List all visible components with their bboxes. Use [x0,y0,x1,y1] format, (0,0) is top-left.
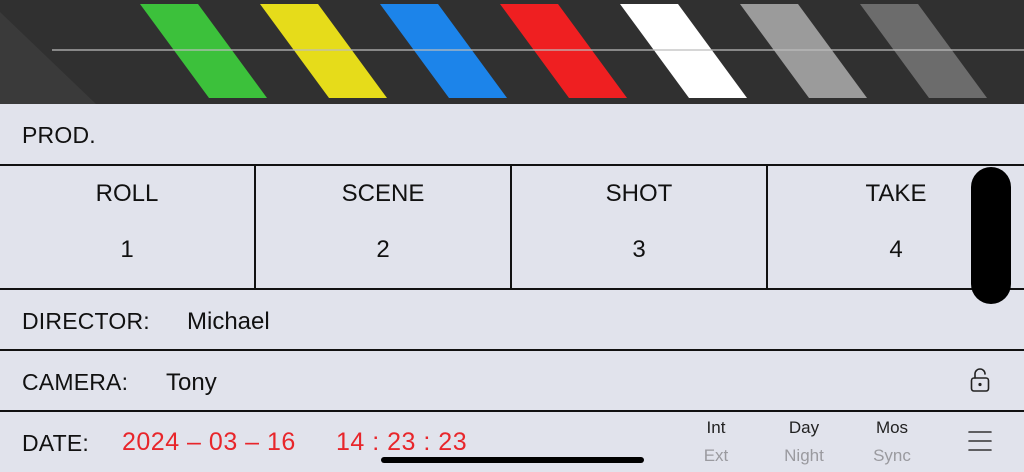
slate-grid: ROLL 1 SCENE 2 SHOT 3 TAKE 4 [0,166,1024,290]
clapper-stripe [380,4,507,98]
scroll-handle[interactable] [971,167,1011,304]
home-indicator[interactable] [381,457,644,463]
clapper-stripes [0,4,1024,104]
date-value[interactable]: 2024 – 03 – 16 [122,428,296,457]
clapper-stripe [860,4,987,98]
clapperboard-top[interactable] [0,0,1024,104]
date-label: DATE: [22,430,90,456]
sync-option[interactable]: Sync [852,446,932,466]
roll-cell[interactable]: ROLL 1 [0,166,256,288]
slate-board: PROD. ROLL 1 SCENE 2 SHOT 3 TAKE 4 DIREC… [0,104,1024,472]
night-option[interactable]: Night [764,446,844,466]
camera-value[interactable]: Tony [166,369,217,397]
clapper-stripe [140,4,267,98]
roll-value[interactable]: 1 [0,236,254,264]
clapper-hinge-shade [0,12,96,104]
time-value[interactable]: 14 : 23 : 23 [336,428,467,457]
prod-label: PROD. [22,122,96,148]
scene-header: SCENE [341,180,425,207]
roll-header: ROLL [95,180,159,207]
int-option[interactable]: Int [676,418,756,438]
mos-option[interactable]: Mos [852,418,932,438]
scene-cell[interactable]: SCENE 2 [256,166,512,288]
director-label: DIRECTOR: [22,308,150,334]
shot-cell[interactable]: SHOT 3 [512,166,768,288]
director-row[interactable]: DIRECTOR: Michael [0,290,1024,351]
day-option[interactable]: Day [764,418,844,438]
clapper-stripe [620,4,747,98]
lock-open-icon[interactable] [968,366,992,394]
clapper-stripe [740,4,867,98]
director-value[interactable]: Michael [187,308,270,336]
prod-row[interactable]: PROD. [0,104,1024,166]
camera-label: CAMERA: [22,369,129,395]
ext-option[interactable]: Ext [676,446,756,466]
clapper-stripe [500,4,627,98]
camera-row[interactable]: CAMERA: Tony [0,351,1024,412]
date-row: DATE: 2024 – 03 – 16 14 : 23 : 23 Int Ex… [0,412,1024,472]
scene-value[interactable]: 2 [256,236,510,264]
clapper-stripe [260,4,387,98]
shot-value[interactable]: 3 [512,236,766,264]
shot-header: SHOT [605,180,673,207]
hamburger-menu-icon[interactable] [968,430,992,452]
